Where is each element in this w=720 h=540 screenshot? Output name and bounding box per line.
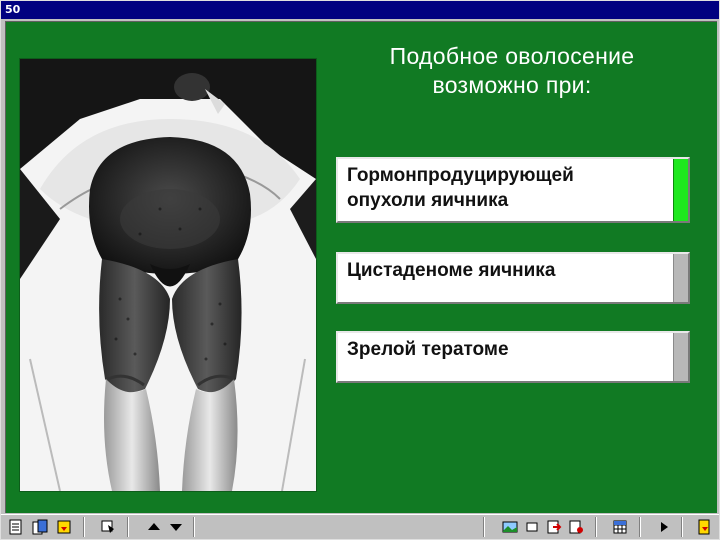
clinical-photo (19, 58, 317, 492)
answer-option-3-text: Зрелой тератоме (347, 337, 667, 362)
answer-option-1-correct-indicator (673, 159, 688, 221)
slide-area: Подобное оволосение возможно при: Гормон… (5, 21, 717, 513)
answer-option-3-indicator (673, 333, 688, 381)
clipboard-icon[interactable] (31, 518, 49, 536)
bottom-toolbar (1, 514, 719, 539)
help-icon[interactable] (567, 518, 585, 536)
question-line-1: Подобное оволосение (389, 43, 635, 69)
toolbar-separator (193, 517, 195, 537)
application-window: 50 Подобное оволосение возможно при: Гор… (0, 0, 720, 540)
next-icon[interactable] (167, 518, 185, 536)
answer-option-3[interactable]: Зрелой тератоме (336, 331, 690, 383)
previous-icon[interactable] (145, 518, 163, 536)
toolbar-separator (483, 517, 485, 537)
toolbar-separator (127, 517, 129, 537)
notes-icon[interactable] (7, 518, 25, 536)
answer-option-1-line-2: опухоли яичника (347, 190, 509, 211)
calculator-icon[interactable] (611, 518, 629, 536)
answer-option-1[interactable]: Гормонпродуцирующей опухоли яичника (336, 157, 690, 223)
question-text: Подобное оволосение возможно при: (342, 42, 682, 100)
window-title: 50 (1, 1, 719, 19)
toolbar-separator (639, 517, 641, 537)
picture-icon[interactable] (501, 518, 519, 536)
answer-option-2-line-1: Цистаденоме яичника (347, 260, 556, 281)
question-line-2: возможно при: (432, 72, 592, 98)
exit-door-icon[interactable] (695, 518, 713, 536)
exit-icon[interactable] (55, 518, 73, 536)
answer-option-3-line-1: Зрелой тератоме (347, 339, 509, 360)
print-icon[interactable] (99, 518, 117, 536)
answer-option-1-text: Гормонпродуцирующей опухоли яичника (347, 163, 667, 213)
answer-option-2-text: Цистаденоме яичника (347, 258, 667, 283)
clinical-photo-image (20, 59, 316, 491)
toolbar-separator (83, 517, 85, 537)
answer-option-2[interactable]: Цистаденоме яичника (336, 252, 690, 304)
play-icon[interactable] (655, 518, 673, 536)
window-icon[interactable] (523, 518, 541, 536)
answer-option-2-indicator (673, 254, 688, 302)
close-icon[interactable] (545, 518, 563, 536)
toolbar-separator (681, 517, 683, 537)
toolbar-separator (595, 517, 597, 537)
answer-option-1-line-1: Гормонпродуцирующей (347, 165, 574, 186)
